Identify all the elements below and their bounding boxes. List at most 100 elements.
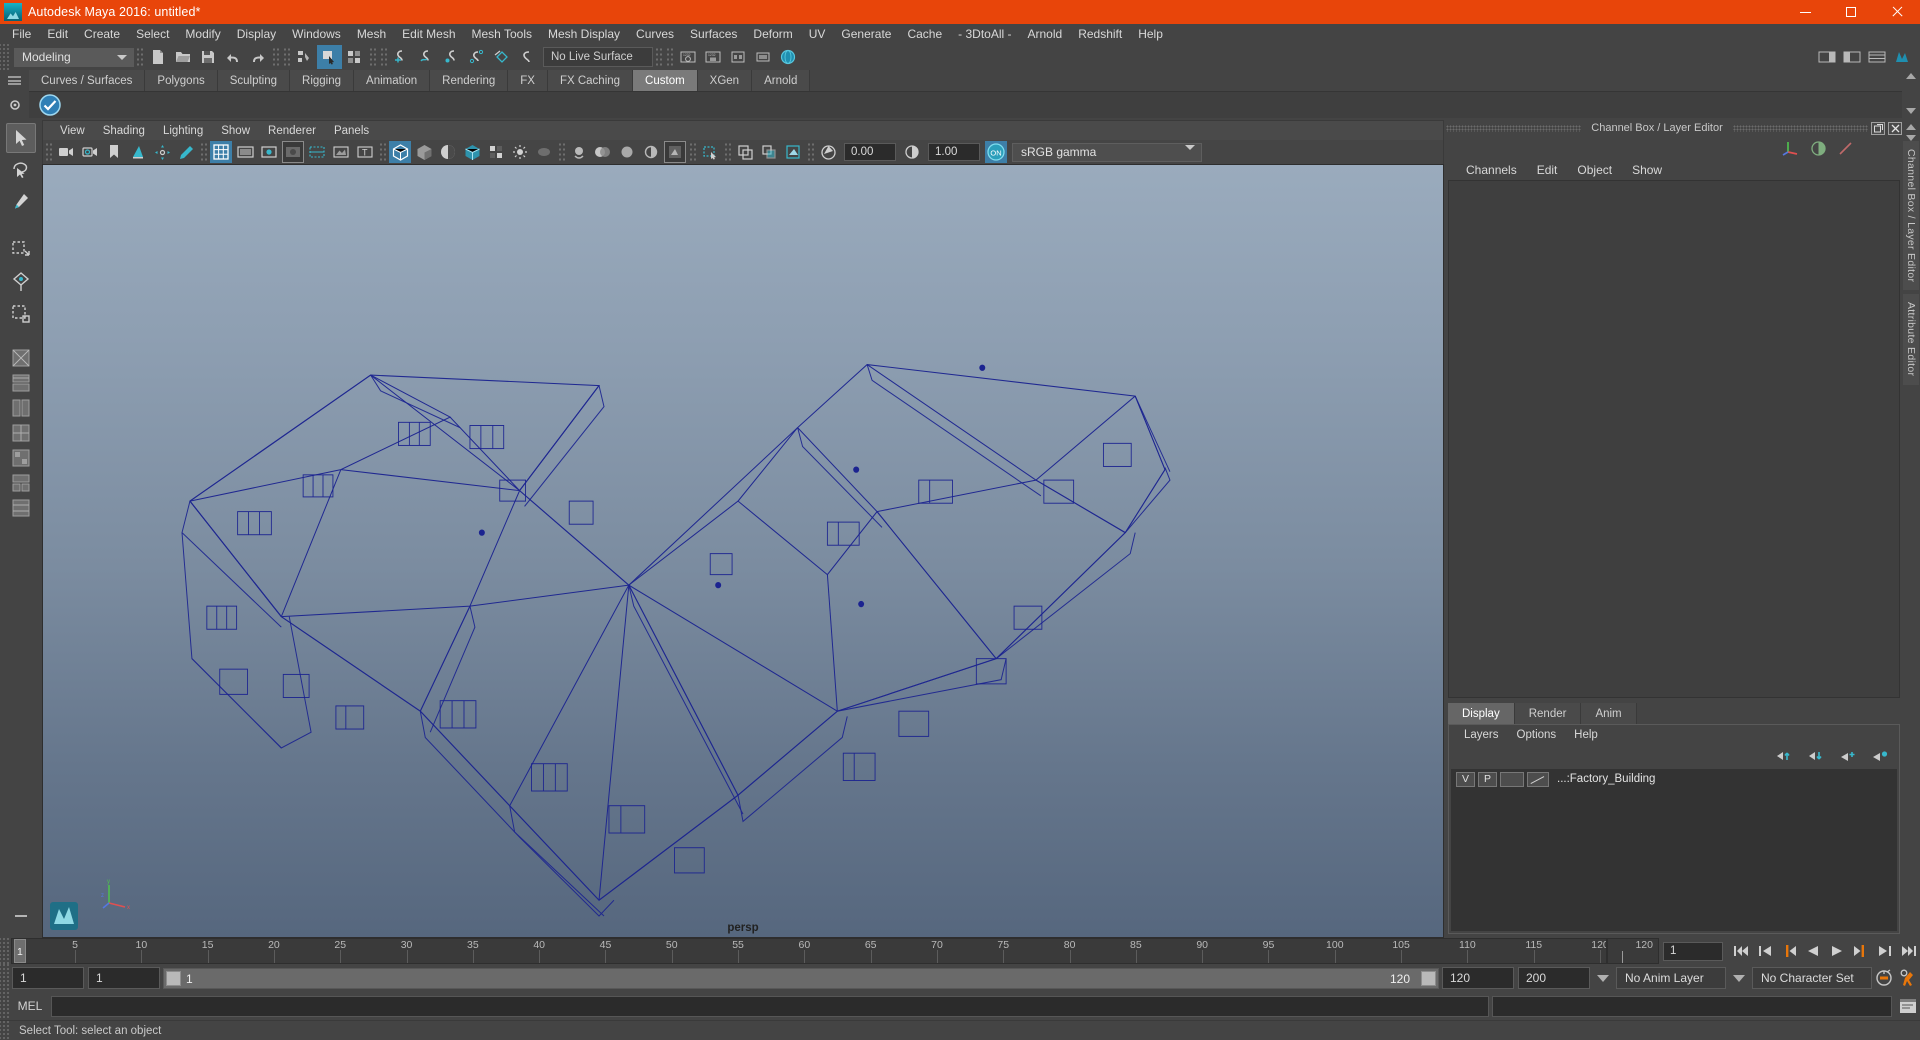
shelf-tab-arnold[interactable]: Arnold bbox=[752, 70, 811, 91]
step-back-frame-icon[interactable] bbox=[1754, 941, 1776, 961]
shelf-tab-xgen[interactable]: XGen bbox=[697, 70, 753, 91]
gamma-icon[interactable] bbox=[901, 141, 923, 163]
toolbar-grip-5[interactable] bbox=[380, 47, 387, 67]
menu-surfaces[interactable]: Surfaces bbox=[682, 24, 745, 44]
viewport-toolbar-grip-3[interactable] bbox=[379, 142, 386, 162]
maya-help-icon[interactable] bbox=[1889, 45, 1914, 69]
depth-peeling-icon[interactable] bbox=[616, 141, 638, 163]
snap-to-projected-center-icon[interactable] bbox=[464, 45, 489, 69]
grid-toggle-icon[interactable] bbox=[210, 141, 232, 163]
close-icon[interactable] bbox=[1888, 121, 1902, 135]
channel-object-menu[interactable]: Object bbox=[1567, 160, 1622, 180]
redo-icon[interactable] bbox=[245, 45, 270, 69]
transparency-icon[interactable] bbox=[640, 141, 662, 163]
live-surface-field[interactable]: No Live Surface bbox=[543, 47, 653, 67]
viewport-menu-lighting[interactable]: Lighting bbox=[154, 121, 212, 141]
layer-list[interactable]: V P ...:Factory_Building bbox=[1451, 769, 1897, 931]
render-sequence-icon[interactable]: 1232 bbox=[700, 45, 725, 69]
layout-two-stacked-icon[interactable] bbox=[10, 497, 32, 519]
toolbar-grip-4[interactable] bbox=[369, 47, 376, 67]
layer-visibility-toggle[interactable]: V bbox=[1456, 771, 1475, 787]
viewport-toolbar-grip-7[interactable] bbox=[807, 142, 814, 162]
shelf-tab-fx[interactable]: FX bbox=[508, 70, 548, 91]
select-by-hierarchy-icon[interactable] bbox=[292, 45, 317, 69]
move-tool-icon[interactable] bbox=[6, 235, 36, 265]
field-chart-icon[interactable] bbox=[306, 141, 328, 163]
menu-mesh[interactable]: Mesh bbox=[349, 24, 394, 44]
xray-joints-icon[interactable] bbox=[734, 141, 756, 163]
show-hide-render-view-icon[interactable]: 1232 bbox=[675, 45, 700, 69]
channels-menu[interactable]: Channels bbox=[1456, 160, 1527, 180]
chevron-down-icon[interactable] bbox=[111, 48, 133, 66]
tab-anim[interactable]: Anim bbox=[1581, 703, 1637, 724]
anim-layer-dropdown[interactable]: No Anim Layer bbox=[1616, 967, 1726, 989]
character-set-dropdown-arrow[interactable] bbox=[1726, 974, 1752, 982]
close-button[interactable] bbox=[1874, 0, 1920, 24]
render-settings-icon[interactable] bbox=[750, 45, 775, 69]
snap-to-view-plane-icon[interactable] bbox=[489, 45, 514, 69]
show-hide-attribute-editor-icon[interactable] bbox=[1814, 45, 1839, 69]
safe-action-icon[interactable] bbox=[330, 141, 352, 163]
safe-title-icon[interactable]: T bbox=[354, 141, 376, 163]
shelf-tab-curves-surfaces[interactable]: Curves / Surfaces bbox=[29, 70, 146, 91]
rotate-tool-icon[interactable] bbox=[6, 267, 36, 297]
menu-help[interactable]: Help bbox=[1130, 24, 1171, 44]
command-input[interactable] bbox=[51, 995, 1489, 1017]
viewport-menu-shading[interactable]: Shading bbox=[94, 121, 154, 141]
step-forward-frame-icon[interactable] bbox=[1874, 941, 1896, 961]
anim-layer-dropdown-arrow[interactable] bbox=[1590, 974, 1616, 982]
snap-to-curve-icon[interactable] bbox=[414, 45, 439, 69]
custom-shelf-button-icon[interactable] bbox=[35, 93, 65, 118]
vtab-attribute-editor[interactable]: Attribute Editor bbox=[1903, 294, 1919, 385]
shelf-tab-rigging[interactable]: Rigging bbox=[290, 70, 355, 91]
range-end-handle[interactable] bbox=[1421, 970, 1436, 986]
multisample-icon[interactable] bbox=[592, 141, 614, 163]
viewport-menu-panels[interactable]: Panels bbox=[325, 121, 378, 141]
menu-select[interactable]: Select bbox=[128, 24, 177, 44]
layout-single-icon[interactable] bbox=[10, 347, 32, 369]
play-forwards-icon[interactable] bbox=[1826, 941, 1848, 961]
viewport-menu-show[interactable]: Show bbox=[212, 121, 259, 141]
camera-attributes-icon[interactable] bbox=[79, 141, 101, 163]
move-layer-down-icon[interactable] bbox=[1807, 749, 1825, 763]
step-back-key-icon[interactable] bbox=[1778, 941, 1800, 961]
maximize-button[interactable] bbox=[1828, 0, 1874, 24]
gamma-field-value[interactable]: 1.00 bbox=[928, 143, 980, 161]
paint-select-tool-icon[interactable] bbox=[6, 187, 36, 217]
gate-mask-icon[interactable] bbox=[282, 141, 304, 163]
half-circle-icon[interactable] bbox=[1810, 140, 1827, 157]
show-hide-channel-box-icon[interactable] bbox=[1864, 45, 1889, 69]
menu-display[interactable]: Display bbox=[229, 24, 284, 44]
go-to-start-icon[interactable] bbox=[1730, 941, 1752, 961]
viewport-toolbar-grip[interactable] bbox=[45, 142, 52, 162]
go-to-end-icon[interactable] bbox=[1898, 941, 1920, 961]
image-plane-icon[interactable] bbox=[127, 141, 149, 163]
xray-icon[interactable] bbox=[699, 141, 721, 163]
auto-keyframe-icon[interactable] bbox=[1872, 967, 1896, 989]
minimize-button[interactable] bbox=[1782, 0, 1828, 24]
range-end-field[interactable]: 120 bbox=[1442, 967, 1514, 989]
layout-four-view-icon[interactable] bbox=[10, 372, 32, 394]
exposure-icon[interactable] bbox=[817, 141, 839, 163]
menu-3dtoall[interactable]: - 3DtoAll - bbox=[950, 24, 1019, 44]
shelf-tab-polygons[interactable]: Polygons bbox=[145, 70, 218, 91]
range-start-handle[interactable] bbox=[166, 970, 181, 986]
motion-blur-icon[interactable] bbox=[568, 141, 590, 163]
layer-playback-toggle[interactable]: P bbox=[1478, 771, 1497, 787]
viewport-screenshot-icon[interactable] bbox=[782, 141, 804, 163]
select-by-component-icon[interactable] bbox=[342, 45, 367, 69]
resolution-gate-icon[interactable] bbox=[258, 141, 280, 163]
range-start-field[interactable]: 1 bbox=[88, 967, 160, 989]
channel-edit-menu[interactable]: Edit bbox=[1527, 160, 1568, 180]
menu-edit[interactable]: Edit bbox=[39, 24, 76, 44]
current-time-indicator[interactable]: 1 bbox=[14, 939, 26, 963]
menu-windows[interactable]: Windows bbox=[284, 24, 349, 44]
vtab-channel-box[interactable]: Channel Box / Layer Editor bbox=[1903, 141, 1919, 291]
step-forward-key-icon[interactable] bbox=[1850, 941, 1872, 961]
range-slider-gripper[interactable] bbox=[0, 964, 9, 992]
select-tool-icon[interactable] bbox=[6, 123, 36, 153]
layout-persp-graph-icon[interactable] bbox=[10, 422, 32, 444]
layout-persp-uv-icon[interactable] bbox=[10, 472, 32, 494]
make-live-icon[interactable] bbox=[514, 45, 539, 69]
script-language-label[interactable]: MEL bbox=[9, 999, 51, 1013]
